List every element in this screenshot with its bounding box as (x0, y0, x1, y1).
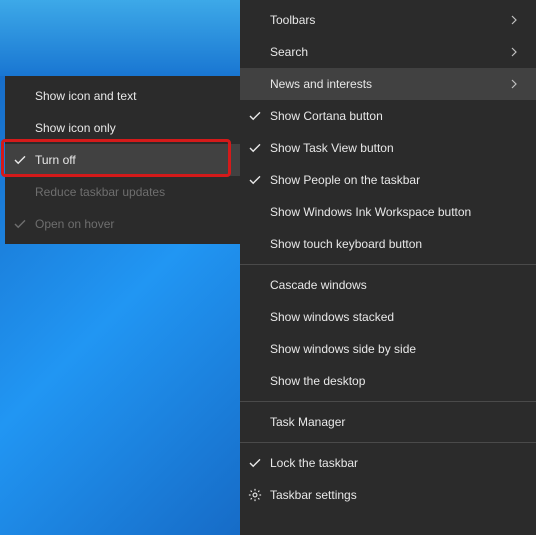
submenu-item-show-icon-only[interactable]: Show icon only (5, 112, 240, 144)
menu-item-label: Lock the taskbar (270, 456, 524, 470)
menu-item-show-windows-ink-workspace-button[interactable]: Show Windows Ink Workspace button (240, 196, 536, 228)
menu-item-lock-the-taskbar[interactable]: Lock the taskbar (240, 447, 536, 479)
menu-item-label: Show windows side by side (270, 342, 524, 356)
check-icon (240, 110, 270, 122)
news-interests-submenu: Show icon and text Show icon only Turn off… (5, 76, 240, 244)
chevron-right-icon (510, 47, 524, 57)
menu-item-label: Toolbars (270, 13, 510, 27)
menu-item-show-windows-stacked[interactable]: Show windows stacked (240, 301, 536, 333)
menu-separator (240, 264, 536, 265)
check-icon (5, 154, 35, 166)
menu-item-label: News and interests (270, 77, 510, 91)
menu-item-label: Show windows stacked (270, 310, 524, 324)
menu-item-label: Show People on the taskbar (270, 173, 524, 187)
menu-item-label: Show icon only (35, 121, 228, 135)
submenu-item-turn-off[interactable]: Turn off (5, 144, 240, 176)
menu-item-label: Turn off (35, 153, 228, 167)
menu-item-search[interactable]: Search (240, 36, 536, 68)
menu-item-taskbar-settings[interactable]: Taskbar settings (240, 479, 536, 511)
gear-icon (240, 488, 270, 502)
menu-item-label: Show icon and text (35, 89, 228, 103)
chevron-right-icon (510, 79, 524, 89)
menu-item-label: Show Windows Ink Workspace button (270, 205, 524, 219)
chevron-right-icon (510, 15, 524, 25)
menu-item-label: Show touch keyboard button (270, 237, 524, 251)
menu-item-label: Search (270, 45, 510, 59)
submenu-item-show-icon-and-text[interactable]: Show icon and text (5, 80, 240, 112)
menu-item-show-windows-side-by-side[interactable]: Show windows side by side (240, 333, 536, 365)
check-icon (240, 457, 270, 469)
submenu-item-reduce-taskbar-updates: Reduce taskbar updates (5, 176, 240, 208)
menu-item-label: Taskbar settings (270, 488, 524, 502)
menu-separator (240, 401, 536, 402)
menu-item-show-task-view-button[interactable]: Show Task View button (240, 132, 536, 164)
check-icon (240, 142, 270, 154)
menu-item-task-manager[interactable]: Task Manager (240, 406, 536, 438)
menu-item-show-touch-keyboard-button[interactable]: Show touch keyboard button (240, 228, 536, 260)
menu-item-cascade-windows[interactable]: Cascade windows (240, 269, 536, 301)
menu-separator (240, 442, 536, 443)
check-icon (5, 218, 35, 230)
menu-item-label: Show Cortana button (270, 109, 524, 123)
menu-item-show-people-on-the-taskbar[interactable]: Show People on the taskbar (240, 164, 536, 196)
menu-item-news-and-interests[interactable]: News and interests (240, 68, 536, 100)
submenu-item-open-on-hover: Open on hover (5, 208, 240, 240)
menu-item-toolbars[interactable]: Toolbars (240, 4, 536, 36)
menu-item-label: Show Task View button (270, 141, 524, 155)
menu-item-show-cortana-button[interactable]: Show Cortana button (240, 100, 536, 132)
menu-item-label: Cascade windows (270, 278, 524, 292)
taskbar-context-menu: Toolbars Search News and interests Show Cor… (240, 0, 536, 535)
desktop-background-upper (0, 0, 240, 76)
menu-item-show-the-desktop[interactable]: Show the desktop (240, 365, 536, 397)
menu-item-label: Reduce taskbar updates (35, 185, 228, 199)
menu-item-label: Open on hover (35, 217, 228, 231)
check-icon (240, 174, 270, 186)
menu-item-label: Show the desktop (270, 374, 524, 388)
menu-item-label: Task Manager (270, 415, 524, 429)
